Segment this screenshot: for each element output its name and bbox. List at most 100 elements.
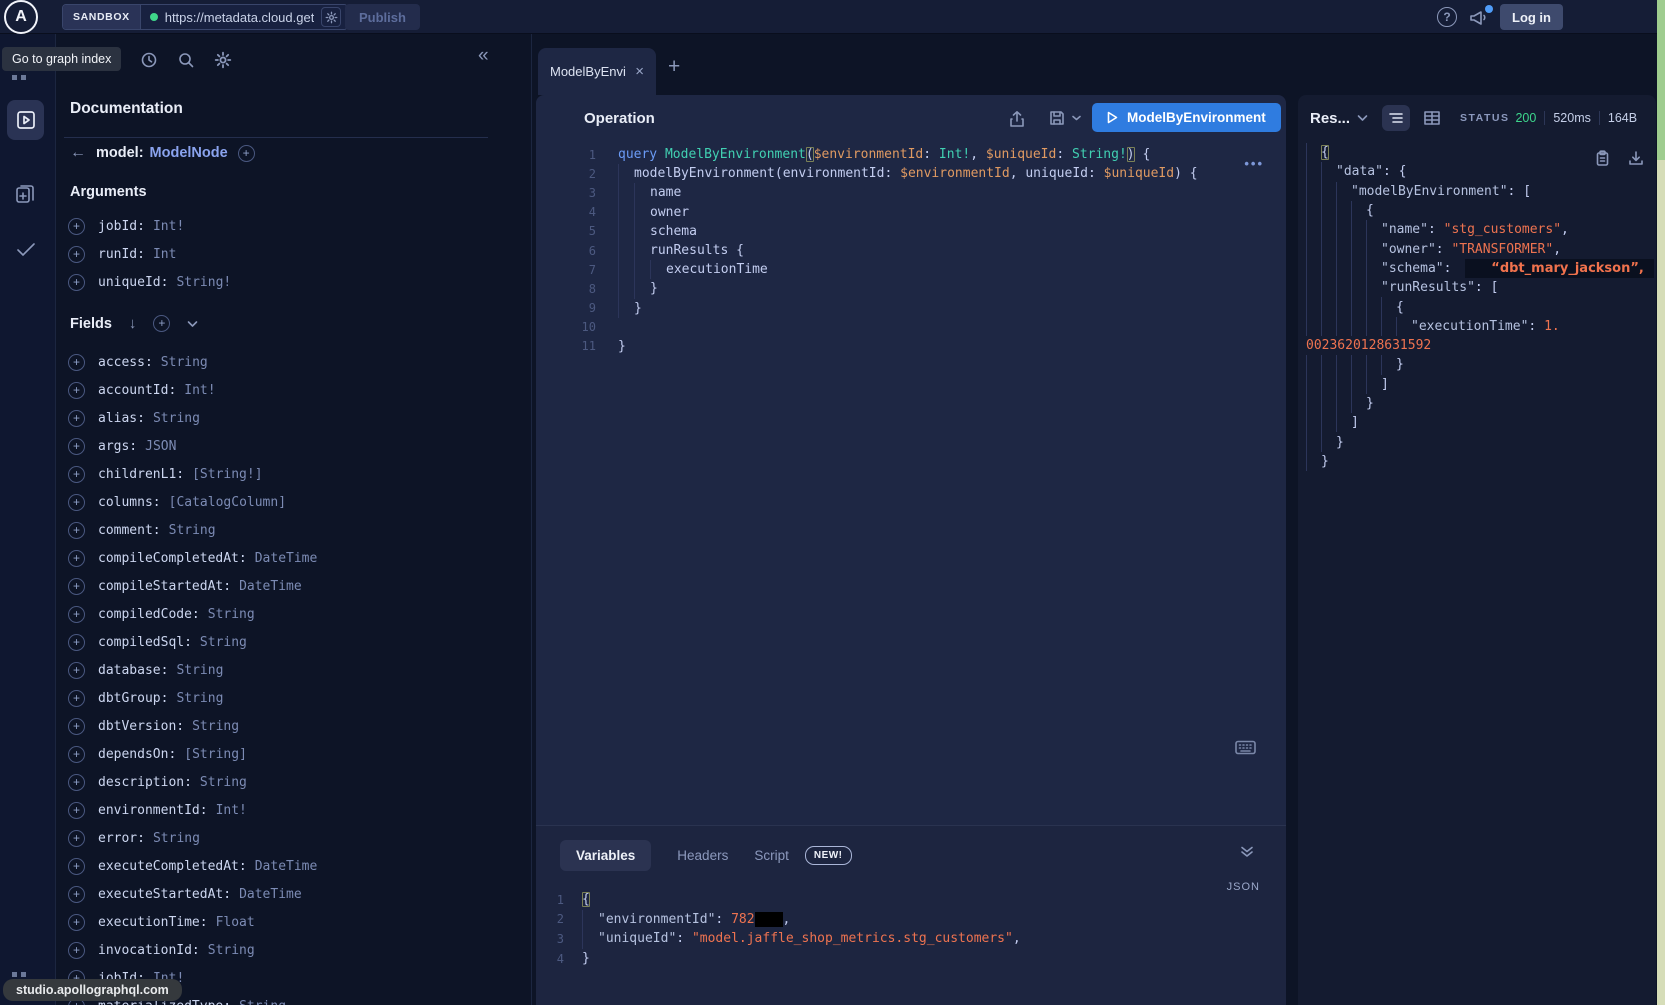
tab-script[interactable]: Script <box>754 848 789 863</box>
field-name-link[interactable]: compileCompletedAt: <box>98 551 247 566</box>
field-name-link[interactable]: jobId: <box>98 219 145 234</box>
field-type-link[interactable]: Int! <box>184 383 215 398</box>
field-type-link[interactable]: DateTime <box>255 551 318 566</box>
add-to-operation-button[interactable] <box>68 218 85 235</box>
save-operation-button[interactable] <box>1048 109 1081 127</box>
field-type-link[interactable]: String <box>208 607 255 622</box>
add-to-operation-button[interactable] <box>68 634 85 651</box>
add-to-operation-button[interactable] <box>68 662 85 679</box>
field-type-link[interactable]: String <box>169 523 216 538</box>
announcements-button[interactable] <box>1468 7 1492 29</box>
field-type-link[interactable]: [String] <box>184 747 247 762</box>
add-to-operation-button[interactable] <box>68 466 85 483</box>
field-type-link[interactable]: String <box>200 775 247 790</box>
field-name-link[interactable]: compileStartedAt: <box>98 579 231 594</box>
field-name-link[interactable]: invocationId: <box>98 943 200 958</box>
field-name-link[interactable]: runId: <box>98 247 145 262</box>
tab-variables[interactable]: Variables <box>560 840 651 871</box>
field-name-link[interactable]: description: <box>98 775 192 790</box>
add-to-operation-button[interactable] <box>68 774 85 791</box>
add-to-operation-button[interactable] <box>68 578 85 595</box>
add-all-fields-button[interactable] <box>238 145 255 162</box>
add-to-operation-button[interactable] <box>68 746 85 763</box>
add-to-operation-button[interactable] <box>68 858 85 875</box>
chevron-down-icon[interactable] <box>1357 114 1368 122</box>
add-to-operation-button[interactable] <box>68 354 85 371</box>
chevron-down-icon[interactable] <box>187 320 198 328</box>
field-name-link[interactable]: dbtVersion: <box>98 719 184 734</box>
login-button[interactable]: Log in <box>1500 4 1563 30</box>
field-type-link[interactable]: Int! <box>153 219 184 234</box>
sort-fields-button[interactable]: ↓ <box>129 315 137 332</box>
add-to-operation-button[interactable] <box>68 522 85 539</box>
tree-view-button[interactable] <box>1382 105 1410 131</box>
table-view-button[interactable] <box>1424 111 1440 125</box>
share-operation-button[interactable] <box>1008 109 1026 129</box>
add-to-operation-button[interactable] <box>68 494 85 511</box>
publish-button[interactable]: Publish <box>345 4 420 30</box>
endpoint-settings-button[interactable] <box>321 7 341 27</box>
add-fields-button[interactable] <box>153 315 170 332</box>
field-type-link[interactable]: String <box>208 943 255 958</box>
field-name-link[interactable]: childrenL1: <box>98 467 184 482</box>
field-name-link[interactable]: uniqueId: <box>98 275 168 290</box>
tab-headers[interactable]: Headers <box>677 848 728 863</box>
add-to-operation-button[interactable] <box>68 942 85 959</box>
field-type-link[interactable]: [String!] <box>192 467 262 482</box>
new-tab-button[interactable]: + <box>668 56 680 77</box>
response-title-dropdown[interactable]: Res... <box>1310 110 1350 127</box>
field-type-link[interactable]: String <box>153 831 200 846</box>
parent-type-link[interactable]: ModelNode <box>150 145 228 161</box>
field-type-link[interactable]: JSON <box>145 439 176 454</box>
field-type-link[interactable]: String! <box>176 275 231 290</box>
scrollbar-thumb[interactable] <box>1657 0 1665 160</box>
field-type-link[interactable]: String <box>200 635 247 650</box>
help-button[interactable]: ? <box>1437 7 1457 27</box>
collapse-variables-button[interactable] <box>1240 846 1254 858</box>
endpoint-control[interactable]: SANDBOX https://metadata.cloud.get <box>62 4 348 30</box>
field-name-link[interactable]: dbtGroup: <box>98 691 168 706</box>
rail-item-checks[interactable] <box>13 236 39 262</box>
field-name-link[interactable]: args: <box>98 439 137 454</box>
field-name-link[interactable]: alias: <box>98 411 145 426</box>
add-to-operation-button[interactable] <box>68 914 85 931</box>
settings-button[interactable] <box>214 51 232 69</box>
field-type-link[interactable]: DateTime <box>255 859 318 874</box>
add-to-operation-button[interactable] <box>68 606 85 623</box>
endpoint-url-input[interactable]: https://metadata.cloud.get <box>165 10 315 25</box>
graph-index-icon[interactable] <box>12 75 17 80</box>
field-name-link[interactable]: comment: <box>98 523 161 538</box>
field-name-link[interactable]: executeCompletedAt: <box>98 859 247 874</box>
rail-bottom-icon[interactable] <box>12 972 17 977</box>
back-arrow-button[interactable]: ← <box>70 144 86 162</box>
rail-item-schema[interactable] <box>13 182 37 206</box>
field-type-link[interactable]: Int <box>153 247 176 262</box>
add-to-operation-button[interactable] <box>68 410 85 427</box>
field-type-link[interactable]: String <box>239 999 286 1005</box>
graph-index-icon[interactable] <box>21 75 26 80</box>
field-type-link[interactable]: [CatalogColumn] <box>169 495 286 510</box>
field-name-link[interactable]: columns: <box>98 495 161 510</box>
graphql-editor[interactable]: 1query ModelByEnvironment($environmentId… <box>536 145 1286 356</box>
variables-editor[interactable]: 1{2"environmentId": 782,3"uniqueId": "mo… <box>536 890 1286 968</box>
history-button[interactable] <box>140 51 158 69</box>
search-button[interactable] <box>177 51 195 69</box>
rail-item-explorer[interactable] <box>7 100 44 140</box>
close-tab-button[interactable]: × <box>635 64 644 79</box>
field-type-link[interactable]: String <box>161 355 208 370</box>
add-to-operation-button[interactable] <box>68 382 85 399</box>
response-json-view[interactable]: {"data": {"modelByEnvironment": [{"name"… <box>1298 143 1656 1005</box>
page-scrollbar[interactable] <box>1657 0 1665 1005</box>
field-name-link[interactable]: error: <box>98 831 145 846</box>
field-name-link[interactable]: accountId: <box>98 383 176 398</box>
field-name-link[interactable]: dependsOn: <box>98 747 176 762</box>
add-to-operation-button[interactable] <box>68 830 85 847</box>
field-type-link[interactable]: String <box>153 411 200 426</box>
tab-modelbyenvironment[interactable]: ModelByEnvi... × <box>538 48 656 95</box>
field-type-link[interactable]: String <box>176 691 223 706</box>
field-name-link[interactable]: access: <box>98 355 153 370</box>
keyboard-shortcuts-button[interactable] <box>1235 740 1256 755</box>
add-to-operation-button[interactable] <box>68 438 85 455</box>
field-type-link[interactable]: DateTime <box>239 579 302 594</box>
field-type-link[interactable]: Int! <box>216 803 247 818</box>
